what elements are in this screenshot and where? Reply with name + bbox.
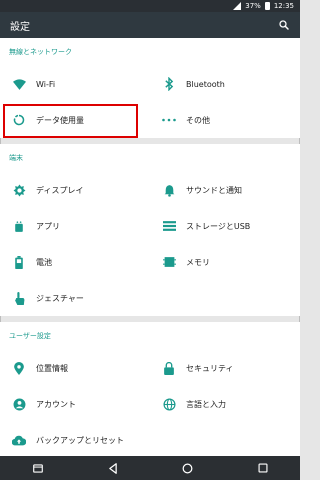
cloud-backup-icon (10, 431, 28, 449)
settings-list: 無線とネットワーク Wi-Fi Bluetooth データ使用量 その他 端末 (0, 38, 300, 458)
section-wireless: 無線とネットワーク Wi-Fi Bluetooth データ使用量 その他 (0, 38, 300, 138)
bell-icon (160, 181, 178, 199)
square-icon (258, 463, 267, 473)
setting-language[interactable]: 言語と入力 (150, 386, 300, 422)
lock-icon (160, 359, 178, 377)
section-header: ユーザー設定 (9, 332, 51, 340)
setting-location[interactable]: 位置情報 (0, 350, 150, 386)
toolbar: 設定 (0, 12, 300, 38)
battery-percent: 37% (245, 2, 261, 10)
back-icon (108, 462, 117, 474)
setting-label: データ使用量 (36, 115, 84, 125)
navigation-bar (0, 456, 300, 480)
data-usage-icon (10, 111, 28, 129)
setting-more[interactable]: その他 (150, 102, 300, 138)
home-nav-button[interactable] (178, 458, 198, 478)
search-icon[interactable] (278, 19, 290, 31)
section-user: ユーザー設定 位置情報 セキュリティ アカウント 言語と入力 バックアップとリセ… (0, 322, 300, 458)
setting-apps[interactable]: アプリ (0, 208, 150, 244)
setting-label: セキュリティ (186, 363, 234, 373)
wifi-icon (10, 75, 28, 93)
setting-label: その他 (186, 115, 210, 125)
status-time: 12:35 (273, 2, 294, 10)
battery-status-icon (264, 2, 270, 10)
globe-icon (160, 395, 178, 413)
section-header: 端末 (9, 154, 23, 162)
setting-backup[interactable]: バックアップとリセット (0, 422, 150, 458)
setting-label: ジェスチャー (36, 293, 84, 303)
memory-icon (160, 253, 178, 271)
setting-label: 言語と入力 (186, 399, 226, 409)
setting-label: 位置情報 (36, 363, 68, 373)
setting-label: メモリ (186, 257, 210, 267)
setting-label: アカウント (36, 399, 76, 409)
setting-label: アプリ (36, 221, 60, 231)
more-icon (160, 111, 178, 129)
setting-label: 電池 (36, 257, 52, 267)
back-nav-button[interactable] (103, 458, 123, 478)
setting-label: ディスプレイ (36, 185, 84, 195)
setting-storage[interactable]: ストレージとUSB (150, 208, 300, 244)
home-icon (182, 463, 193, 473)
recents-nav-button[interactable] (28, 458, 48, 478)
setting-label: Bluetooth (186, 79, 225, 89)
setting-label: Wi-Fi (36, 79, 56, 89)
display-icon (10, 181, 28, 199)
setting-label: サウンドと通知 (186, 185, 242, 195)
setting-display[interactable]: ディスプレイ (0, 172, 150, 208)
setting-bluetooth[interactable]: Bluetooth (150, 66, 300, 102)
setting-gesture[interactable]: ジェスチャー (0, 280, 150, 316)
setting-account[interactable]: アカウント (0, 386, 150, 422)
location-icon (10, 359, 28, 377)
setting-sound[interactable]: サウンドと通知 (150, 172, 300, 208)
apps-icon (10, 217, 28, 235)
overview-nav-button[interactable] (253, 458, 273, 478)
setting-wifi[interactable]: Wi-Fi (0, 66, 150, 102)
section-device: 端末 ディスプレイ サウンドと通知 アプリ ストレージとUSB 電池 メモリ ジ… (0, 144, 300, 316)
recents-icon (32, 463, 43, 473)
setting-label: ストレージとUSB (186, 221, 251, 231)
setting-memory[interactable]: メモリ (150, 244, 300, 280)
gesture-icon (10, 289, 28, 307)
bluetooth-icon (160, 75, 178, 93)
setting-data-usage[interactable]: データ使用量 (0, 102, 150, 138)
setting-label: バックアップとリセット (36, 435, 124, 445)
account-icon (10, 395, 28, 413)
page-title: 設定 (10, 21, 30, 33)
battery-icon (10, 253, 28, 271)
setting-security[interactable]: セキュリティ (150, 350, 300, 386)
storage-icon (160, 217, 178, 235)
section-header: 無線とネットワーク (9, 48, 72, 56)
setting-battery[interactable]: 電池 (0, 244, 150, 280)
status-bar: 37% 12:35 (0, 0, 300, 12)
signal-icon (233, 2, 242, 10)
